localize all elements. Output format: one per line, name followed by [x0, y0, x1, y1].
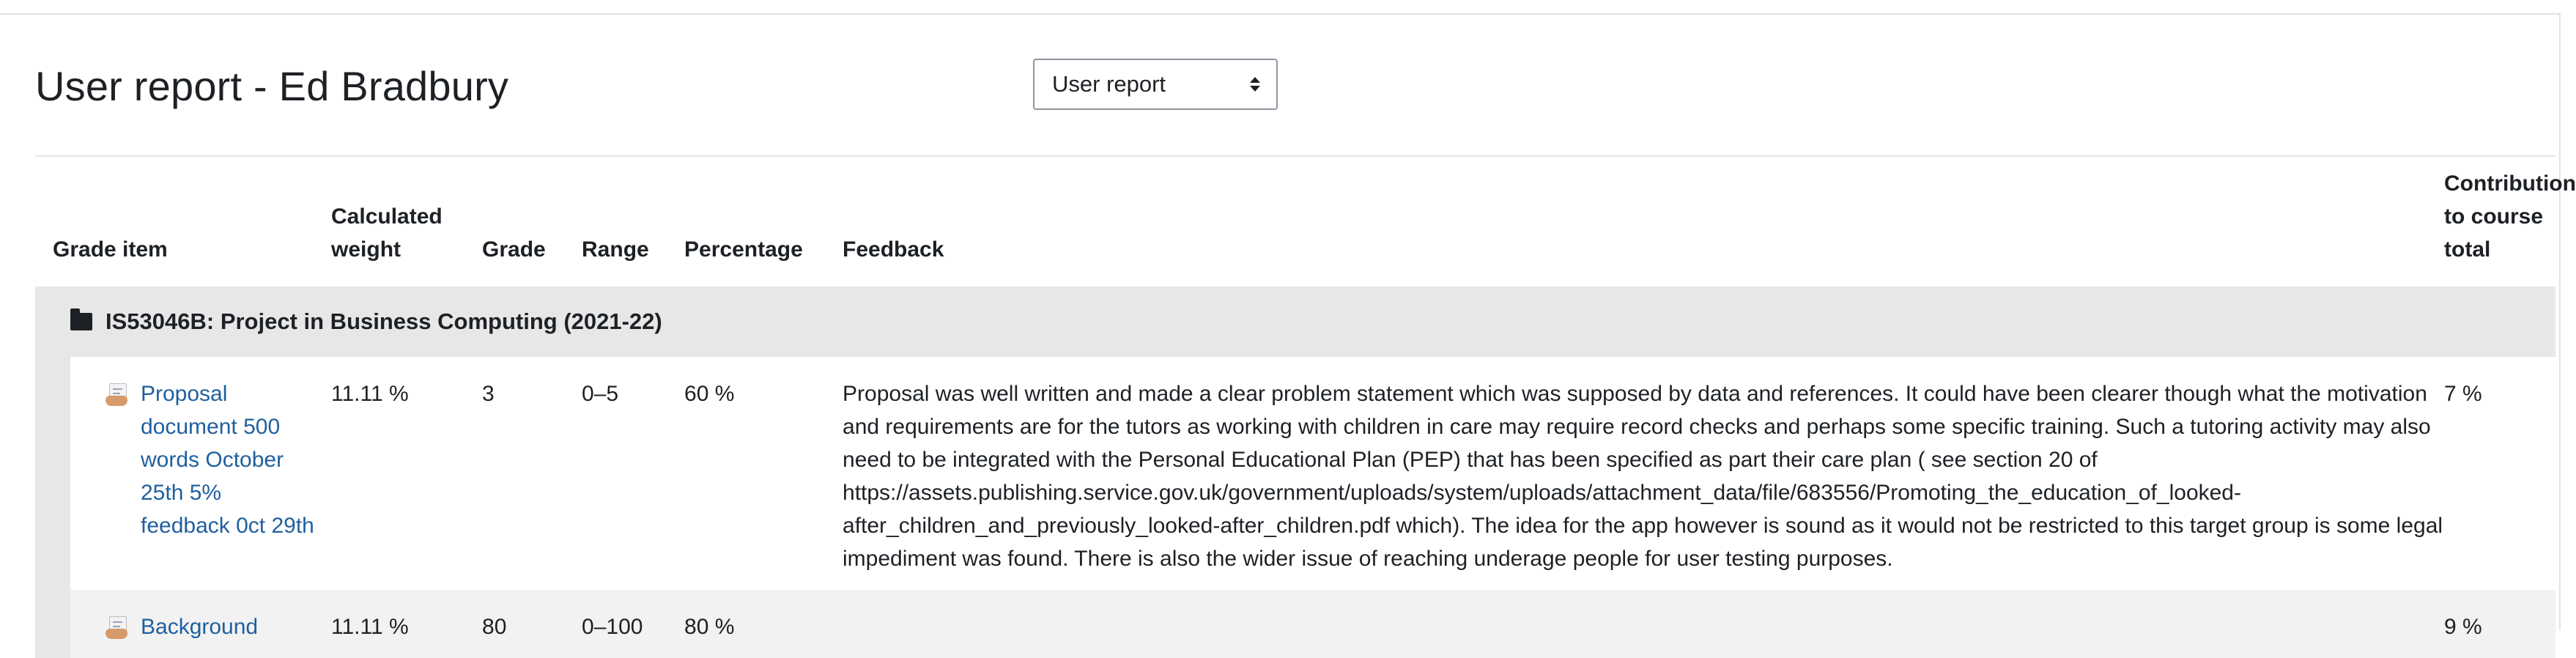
table-header-row: Grade item Calculated weight Grade Range…: [35, 157, 2576, 287]
grade-cell: 80: [482, 590, 582, 658]
report-select-value: User report: [1052, 71, 1166, 97]
report-type-select[interactable]: User report: [1033, 59, 1278, 110]
column-header-contribution[interactable]: Contribution to course total: [2444, 157, 2576, 287]
column-header-feedback[interactable]: Feedback: [843, 157, 2444, 287]
grade-item-cell: Background: [70, 590, 332, 658]
feedback-cell: [843, 590, 2445, 658]
user-report-table: Grade item Calculated weight Grade Range…: [35, 157, 2576, 658]
folder-icon: [70, 308, 92, 330]
percentage-cell: 80 %: [684, 590, 843, 658]
weight-cell: 11.11 %: [331, 590, 483, 658]
contribution-cell: 7 %: [2444, 382, 2482, 406]
column-header-grade-item[interactable]: Grade item: [35, 157, 331, 287]
range-cell: 0–100: [582, 590, 685, 658]
category-name: IS53046B: Project in Business Computing …: [106, 308, 662, 334]
category-row: IS53046B: Project in Business Computing …: [35, 287, 2556, 357]
grade-item-link[interactable]: Background: [141, 610, 258, 643]
category-indent: [35, 357, 70, 590]
table-row: Proposal document 500 words October 25th…: [35, 357, 2555, 590]
page-title: User report - Ed Bradbury: [35, 63, 509, 109]
percentage-cell: 60 %: [684, 382, 735, 406]
select-caret-icon: [1250, 77, 1260, 92]
category-cell: IS53046B: Project in Business Computing …: [35, 287, 2556, 357]
contribution-cell: 9 %: [2444, 590, 2556, 658]
column-header-percentage[interactable]: Percentage: [684, 157, 843, 287]
grade-item-link[interactable]: Proposal document 500 words October 25th…: [141, 377, 317, 542]
range-cell: 0–5: [582, 382, 619, 406]
category-indent: [35, 590, 70, 658]
column-header-range[interactable]: Range: [582, 157, 684, 287]
grade-item-cell: Proposal document 500 words October 25th…: [70, 357, 331, 590]
assignment-icon: [106, 614, 129, 640]
report-panel: User report - Ed Bradbury User report Gr…: [0, 13, 2576, 658]
feedback-cell: Proposal was well written and made a cle…: [843, 382, 2443, 571]
assignment-icon: [106, 381, 129, 407]
table-row: Background 11.11 % 80 0–100 80 % 9 %: [35, 590, 2556, 658]
column-header-grade[interactable]: Grade: [482, 157, 582, 287]
weight-cell: 11.11 %: [331, 382, 409, 406]
grade-cell: 3: [482, 382, 495, 406]
column-header-weight[interactable]: Calculated weight: [331, 157, 482, 287]
